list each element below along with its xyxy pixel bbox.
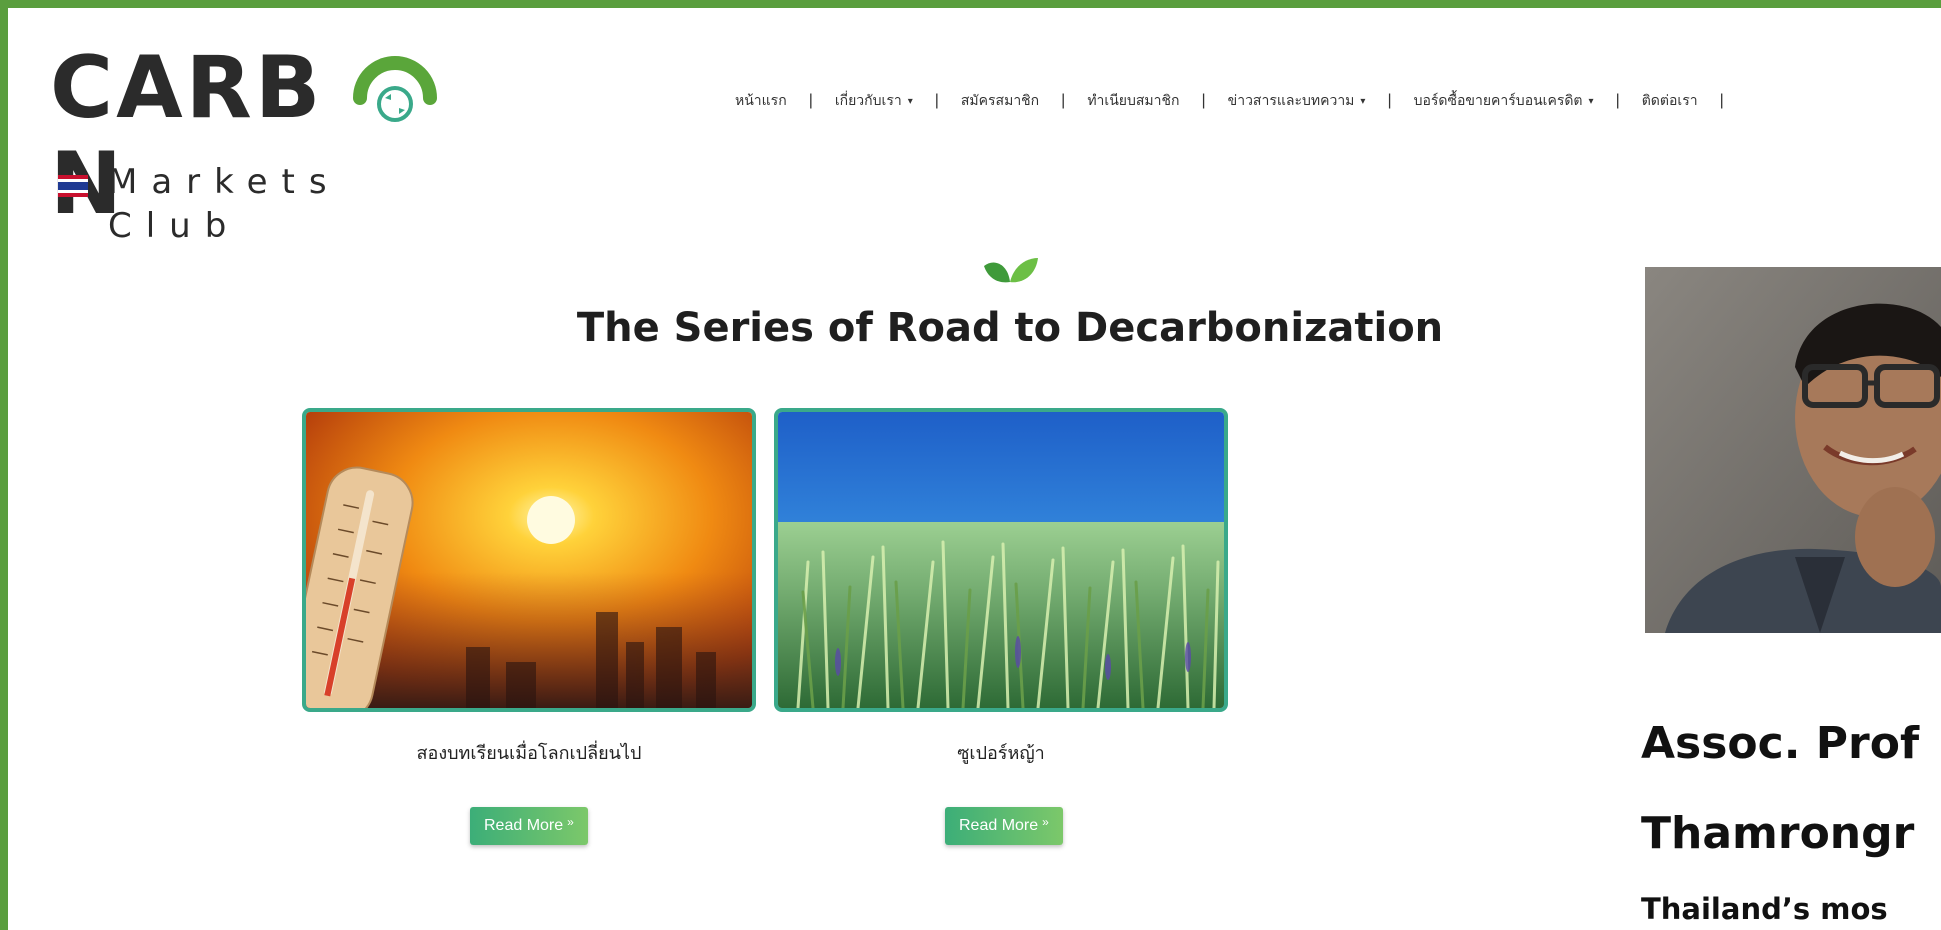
nav-separator: | — [808, 92, 813, 109]
nav-item-home[interactable]: หน้าแรก — [735, 90, 787, 112]
thai-flag-icon — [58, 175, 88, 197]
nav-item-register[interactable]: สมัครสมาชิก — [961, 90, 1039, 112]
nav-item-carbon-credit-board[interactable]: บอร์ดซื้อขายคาร์บอนเครดิต ▾ — [1414, 90, 1594, 112]
nav-separator: | — [1201, 92, 1206, 109]
nav-separator: | — [1719, 92, 1724, 109]
nav-item-about[interactable]: เกี่ยวกับเรา ▾ — [835, 90, 913, 112]
section-title: The Series of Road to Decarbonization — [576, 305, 1444, 351]
read-more-button[interactable]: Read More» — [945, 807, 1063, 845]
profile-tagline: Thailand’s mos — [1641, 892, 1888, 926]
nav-item-member-directory[interactable]: ทำเนียบสมาชิก — [1087, 90, 1179, 112]
card-image-thermometer[interactable] — [302, 408, 756, 712]
nav-separator: | — [1061, 92, 1066, 109]
seagrass-underwater-image — [778, 412, 1224, 708]
card-title-super-grass[interactable]: ซูเปอร์หญ้า — [771, 738, 1231, 767]
double-chevron-right-icon: » — [567, 815, 574, 829]
profile-name-line2: Thamrongr — [1641, 808, 1915, 859]
logo-subtitle: Markets Club — [108, 162, 341, 246]
recycle-leaf-icon — [353, 56, 437, 122]
card-title-two-lessons[interactable]: สองบทเรียนเมื่อโลกเปลี่ยนไป — [299, 738, 759, 767]
main-nav: หน้าแรก | เกี่ยวกับเรา ▾ | สมัครสมาชิก | … — [735, 88, 1746, 114]
nav-separator: | — [1615, 92, 1620, 109]
nav-separator: | — [1387, 92, 1392, 109]
site-logo[interactable]: CARBN Markets Club — [50, 40, 490, 246]
profile-photo — [1645, 267, 1941, 633]
leaf-icon — [984, 258, 1038, 283]
nav-item-contact[interactable]: ติดต่อเรา — [1642, 90, 1698, 112]
nav-separator: | — [934, 92, 939, 109]
nav-item-news-articles[interactable]: ข่าวสารและบทความ ▾ — [1228, 90, 1366, 112]
card-image-seagrass[interactable] — [774, 408, 1228, 712]
person-portrait-image — [1645, 267, 1941, 633]
caret-down-icon: ▾ — [1588, 95, 1594, 107]
caret-down-icon: ▾ — [907, 95, 913, 107]
read-more-button[interactable]: Read More» — [470, 807, 588, 845]
profile-name-line1: Assoc. Prof — [1641, 718, 1920, 769]
double-chevron-right-icon: » — [1042, 815, 1049, 829]
caret-down-icon: ▾ — [1360, 95, 1366, 107]
thermometer-sunset-image — [306, 412, 752, 708]
